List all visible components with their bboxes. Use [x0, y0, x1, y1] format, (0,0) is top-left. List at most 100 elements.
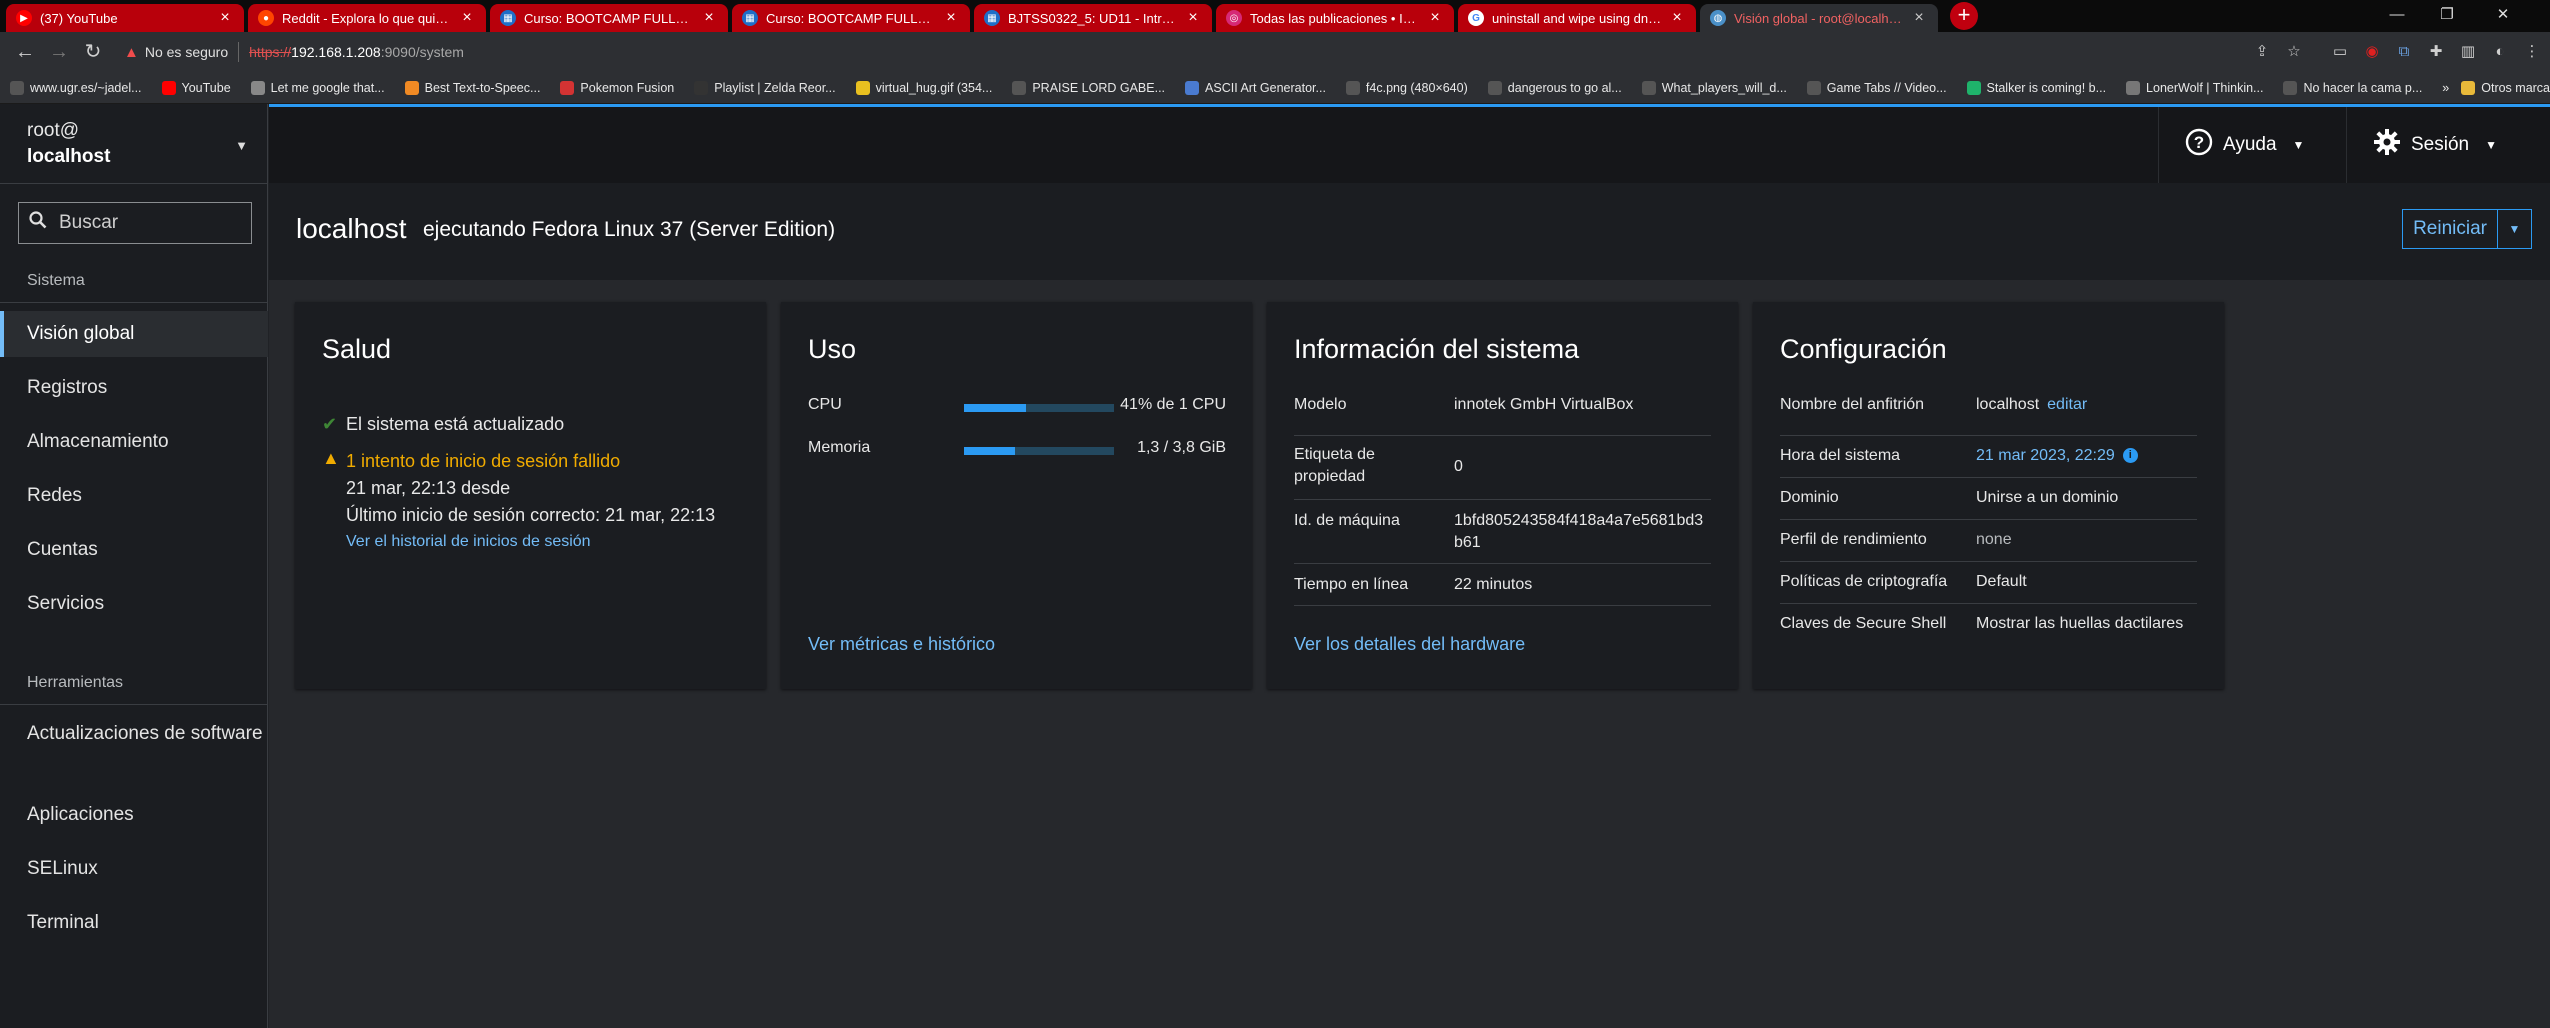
edit-hostname-link[interactable]: editar: [2047, 396, 2087, 413]
browser-tab[interactable]: ◎ Todas las publicaciones • Instagr... ×: [1216, 4, 1454, 32]
side-panel-icon[interactable]: ▥: [2454, 38, 2482, 66]
ublock-icon[interactable]: ◉: [2358, 38, 2386, 66]
close-tab-icon[interactable]: ×: [700, 9, 718, 27]
login-history-link[interactable]: Ver el historial de inicios de sesión: [346, 529, 715, 555]
close-tab-icon[interactable]: ×: [942, 9, 960, 27]
new-tab-button[interactable]: +: [1950, 2, 1978, 30]
browser-tab[interactable]: ◍ Visión global - root@localhost ×: [1700, 4, 1938, 32]
sidebar-item-registros[interactable]: Registros: [0, 365, 268, 411]
close-window-button[interactable]: ✕: [2480, 0, 2526, 30]
browser-tab[interactable]: ▦ Curso: BOOTCAMP FULLSTACK J... ×: [732, 4, 970, 32]
performance-profile-label: Perfil de rendimiento: [1780, 531, 1927, 548]
close-tab-icon[interactable]: ×: [1668, 9, 1686, 27]
close-tab-icon[interactable]: ×: [216, 9, 234, 27]
sidebar-item-redes[interactable]: Redes: [0, 473, 268, 519]
sidebar-item-cuentas[interactable]: Cuentas: [0, 527, 268, 573]
restart-button[interactable]: Reiniciar: [2403, 210, 2497, 248]
tab-title: Reddit - Explora lo que quieras: [282, 10, 452, 26]
close-tab-icon[interactable]: ×: [1910, 9, 1928, 27]
bookmark-label: f4c.png (480×640): [1365, 80, 1468, 95]
minimize-window-button[interactable]: —: [2374, 0, 2420, 30]
bookmark-item[interactable]: Stalker is coming! b...: [1966, 80, 2106, 95]
system-time-label: Hora del sistema: [1780, 447, 1901, 464]
bookmark-item[interactable]: virtual_hug.gif (354...: [855, 80, 992, 95]
security-status[interactable]: No es seguro: [145, 44, 228, 60]
os-description: ejecutando Fedora Linux 37 (Server Editi…: [423, 218, 836, 241]
browser-tab[interactable]: ▶ (37) YouTube ×: [6, 4, 244, 32]
restart-options-toggle[interactable]: ▼: [2497, 210, 2531, 248]
help-menu[interactable]: ? Ayuda ▼: [2158, 107, 2346, 183]
update-status-text: El sistema está actualizado: [346, 414, 565, 434]
instagram-icon: ◎: [1226, 10, 1242, 26]
bookmark-favicon-icon: [1345, 80, 1360, 95]
google-icon: G: [1468, 10, 1484, 26]
warning-icon: ▲: [124, 43, 139, 61]
performance-profile-value[interactable]: none: [1976, 529, 2196, 551]
bookmark-item[interactable]: ASCII Art Generator...: [1185, 80, 1326, 95]
browser-tab[interactable]: Guninstall and wipe using dnf - Go... ×: [1458, 4, 1696, 32]
bookmark-item[interactable]: Game Tabs // Video...: [1806, 80, 1947, 95]
bookmark-item[interactable]: YouTube: [161, 80, 231, 95]
bookmark-item[interactable]: Best Text-to-Speec...: [404, 80, 540, 95]
sidebar-item-vision-global[interactable]: Visión global: [0, 311, 268, 357]
hardware-details-link[interactable]: Ver los detalles del hardware: [1294, 634, 1525, 655]
browser-tab[interactable]: ▦ BJTSS0322_5: UD11 - Introducci... ×: [974, 4, 1212, 32]
bookmarks-overflow-button[interactable]: »: [2442, 81, 2449, 95]
sidebar-item-almacenamiento[interactable]: Almacenamiento: [0, 419, 268, 465]
bookmark-item[interactable]: No hacer la cama p...: [2283, 80, 2423, 95]
close-tab-icon[interactable]: ×: [1184, 9, 1202, 27]
bookmark-item[interactable]: www.ugr.es/~jadel...: [10, 80, 142, 95]
crypto-policy-link[interactable]: Default: [1976, 571, 2196, 593]
bookmark-item[interactable]: Pokemon Fusion: [560, 80, 674, 95]
bookmark-item[interactable]: PRAISE LORD GABE...: [1012, 80, 1165, 95]
forward-button[interactable]: →: [42, 35, 76, 69]
translate-icon[interactable]: ⧉: [2390, 38, 2418, 66]
other-bookmarks-folder[interactable]: Otros marcadores: [2461, 80, 2550, 95]
sidebar-item-actualizaciones-de-software[interactable]: Actualizaciones de software: [0, 716, 268, 784]
health-card: Salud ✔ El sistema está actualizado ▲ 1 …: [295, 302, 766, 689]
show-fingerprints-link[interactable]: Mostrar las huellas dactilares: [1976, 613, 2196, 635]
browser-tab[interactable]: ▦ Curso: BOOTCAMP FULLSTACK J... ×: [490, 4, 728, 32]
extensions-puzzle-icon[interactable]: ✚: [2422, 38, 2450, 66]
system-info-card: Información del sistema Modelo innotek G…: [1267, 302, 1738, 689]
reload-button[interactable]: ↻: [76, 35, 110, 69]
metrics-link[interactable]: Ver métricas e histórico: [808, 634, 995, 655]
tab-title: Curso: BOOTCAMP FULLSTACK J...: [766, 10, 936, 26]
join-domain-link[interactable]: Unirse a un dominio: [1976, 487, 2196, 509]
address-bar[interactable]: ▲ No es seguro https://192.168.1.208:909…: [118, 37, 2240, 67]
close-tab-icon[interactable]: ×: [1426, 9, 1444, 27]
cpu-value: 41% de 1 CPU: [1120, 396, 1226, 413]
back-button[interactable]: ←: [8, 35, 42, 69]
profile-avatar-icon[interactable]: ◐: [2486, 38, 2514, 66]
share-icon[interactable]: ⇪: [2248, 38, 2276, 66]
sidebar-item-aplicaciones[interactable]: Aplicaciones: [0, 792, 268, 838]
bookmark-item[interactable]: f4c.png (480×640): [1345, 80, 1468, 95]
bookmark-label: No hacer la cama p...: [2303, 80, 2423, 95]
sidebar-item-selinux[interactable]: SELinux: [0, 846, 268, 892]
close-tab-icon[interactable]: ×: [458, 9, 476, 27]
bookmark-star-icon[interactable]: ☆: [2280, 38, 2308, 66]
browser-menu-icon[interactable]: ⋮: [2518, 38, 2546, 66]
search-input[interactable]: Buscar: [18, 202, 252, 244]
url-path: :9090/system: [380, 44, 464, 60]
bookmark-item[interactable]: Playlist | Zelda Reor...: [694, 80, 836, 95]
info-icon[interactable]: i: [2122, 448, 2138, 464]
check-icon: ✔: [322, 414, 338, 434]
model-row: Modelo innotek GmbH VirtualBox: [1294, 394, 1711, 436]
bookmark-item[interactable]: Let me google that...: [250, 80, 385, 95]
host-name: localhost: [27, 146, 111, 167]
bookmark-item[interactable]: dangerous to go al...: [1487, 80, 1622, 95]
restore-window-button[interactable]: ❐: [2424, 0, 2470, 30]
sidebar-item-terminal[interactable]: Terminal: [0, 900, 268, 946]
bookmark-item[interactable]: What_players_will_d...: [1641, 80, 1787, 95]
bookmark-item[interactable]: LonerWolf | Thinkin...: [2126, 80, 2263, 95]
caret-down-icon: ▼: [2485, 138, 2497, 152]
bookmark-favicon-icon: [1185, 80, 1200, 95]
system-time-link[interactable]: 21 mar 2023, 22:29: [1976, 447, 2115, 464]
browser-tab[interactable]: ● Reddit - Explora lo que quieras ×: [248, 4, 486, 32]
asset-tag-row: Etiqueta de propiedad 0: [1294, 436, 1711, 500]
host-switcher[interactable]: root@ localhost ▼: [0, 104, 268, 184]
session-menu[interactable]: Sesión ▼: [2346, 107, 2550, 183]
cast-icon[interactable]: ▭: [2326, 38, 2354, 66]
sidebar-item-servicios[interactable]: Servicios: [0, 581, 268, 627]
